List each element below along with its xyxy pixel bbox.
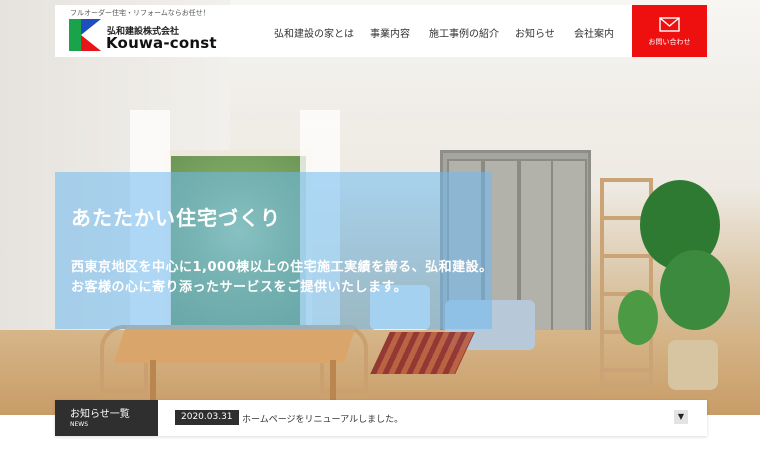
chevron-down-icon[interactable]: ▼: [674, 410, 688, 424]
photo-table: [113, 325, 357, 363]
nav-item-news[interactable]: お知らせ: [515, 25, 555, 40]
hero-message-box: あたたかい住宅づくり 西東京地区を中心に1,000棟以上の住宅施工実績を誇る、弘…: [55, 172, 492, 329]
hero-description-line-1: 西東京地区を中心に1,000棟以上の住宅施工実績を誇る、弘和建設。: [71, 260, 493, 275]
news-list-title: お知らせ一覧: [70, 409, 130, 420]
photo-closet-door: [551, 159, 587, 353]
photo-plant: [618, 290, 658, 345]
site-tagline: フルオーダー住宅・リフォームならお任せ！: [70, 9, 210, 17]
hero-description-line-2: お客様の心に寄り添ったサービスをご提供いたします。: [71, 280, 408, 295]
news-ticker: お知らせ一覧 NEWS 2020.03.31 ホームページをリニューアルしました…: [55, 400, 707, 436]
photo-plant: [660, 250, 730, 330]
nav-item-about[interactable]: 弘和建設の家とは: [274, 25, 354, 40]
contact-button[interactable]: お問い合わせ: [632, 5, 707, 57]
photo-pot: [668, 340, 718, 390]
hero-title: あたたかい住宅づくり: [71, 206, 281, 230]
nav-item-works[interactable]: 施工事例の紹介: [429, 25, 499, 40]
nav-item-company[interactable]: 会社案内: [574, 25, 614, 40]
site-header: フルオーダー住宅・リフォームならお任せ！ 弘和建設株式会社 Kouwa-cons…: [55, 5, 707, 57]
news-item-link[interactable]: ホームページをリニューアルしました。: [242, 412, 403, 425]
mail-icon: [659, 17, 680, 32]
news-date-badge: 2020.03.31: [175, 410, 239, 425]
nav-item-services[interactable]: 事業内容: [370, 25, 410, 40]
news-list-subtitle: NEWS: [70, 421, 89, 428]
contact-button-label: お問い合わせ: [648, 38, 691, 46]
company-logo-icon[interactable]: [69, 19, 101, 51]
company-name-en[interactable]: Kouwa-const: [106, 34, 217, 52]
news-list-link[interactable]: お知らせ一覧 NEWS: [55, 400, 158, 436]
